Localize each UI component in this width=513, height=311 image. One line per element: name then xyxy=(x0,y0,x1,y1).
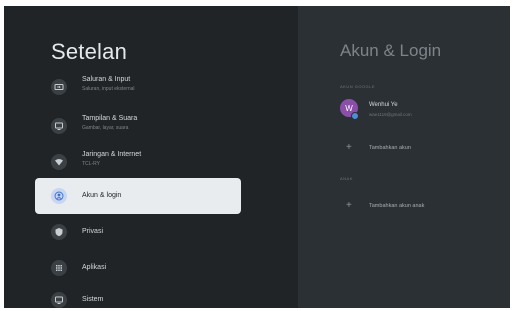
menu-item-subtitle: TCL-RY xyxy=(82,161,100,167)
plus-icon: + xyxy=(346,200,352,211)
account-badge-icon xyxy=(351,112,359,120)
menu-item-label: Akun & login xyxy=(82,192,122,199)
menu-item-label: Privasi xyxy=(82,228,104,235)
menu-item-channels-input[interactable]: Saluran & Input Saluran, input eksternal xyxy=(35,69,241,105)
page-title: Setelan xyxy=(51,39,128,64)
menu-item-label: Sistem xyxy=(82,296,104,303)
section-label-kids: ANAK xyxy=(340,176,353,181)
menu-item-display-sound[interactable]: Tampilan & Suara Gambar, layar, suara xyxy=(35,108,241,144)
add-account-label: Tambahkan akun xyxy=(369,145,411,151)
menu-item-label: Tampilan & Suara xyxy=(82,115,138,122)
menu-item-privacy[interactable]: Privasi xyxy=(35,214,241,250)
menu-item-subtitle: Gambar, layar, suara xyxy=(82,125,129,131)
menu-item-account-login[interactable]: Akun & login xyxy=(35,178,241,214)
menu-item-subtitle: Saluran, input eksternal xyxy=(82,86,135,92)
input-icon xyxy=(51,79,67,95)
menu-item-system[interactable]: Sistem xyxy=(35,282,241,308)
monitor-icon xyxy=(51,292,67,308)
settings-sidebar: Setelan Saluran & Input Saluran, input e… xyxy=(4,6,298,308)
menu-item-label: Saluran & Input xyxy=(82,76,131,83)
apps-grid-icon xyxy=(51,260,67,276)
menu-item-network-internet[interactable]: Jaringan & Internet TCL-RY xyxy=(35,144,241,180)
add-kid-account-label: Tambahkan akun anak xyxy=(369,203,425,209)
menu-item-label: Aplikasi xyxy=(82,264,107,271)
account-icon xyxy=(51,188,67,204)
account-login-panel: Akun & Login AKUN GOOGLE W Wenhui Ye wae… xyxy=(298,6,510,308)
shield-icon xyxy=(51,224,67,240)
display-icon xyxy=(51,118,67,134)
settings-screen: Setelan Saluran & Input Saluran, input e… xyxy=(4,6,510,308)
account-name: Wenhui Ye xyxy=(369,102,398,108)
wifi-icon xyxy=(51,154,67,170)
add-account-button[interactable]: + Tambahkan akun xyxy=(340,141,500,157)
section-label-accounts: AKUN GOOGLE xyxy=(340,84,376,89)
add-kid-account-button[interactable]: + Tambahkan akun anak xyxy=(340,199,500,215)
menu-item-apps[interactable]: Aplikasi xyxy=(35,250,241,286)
panel-title: Akun & Login xyxy=(340,41,442,60)
account-email: wae1119@gmail.com xyxy=(369,112,412,117)
menu-item-label: Jaringan & Internet xyxy=(82,151,142,158)
plus-icon: + xyxy=(346,142,352,153)
